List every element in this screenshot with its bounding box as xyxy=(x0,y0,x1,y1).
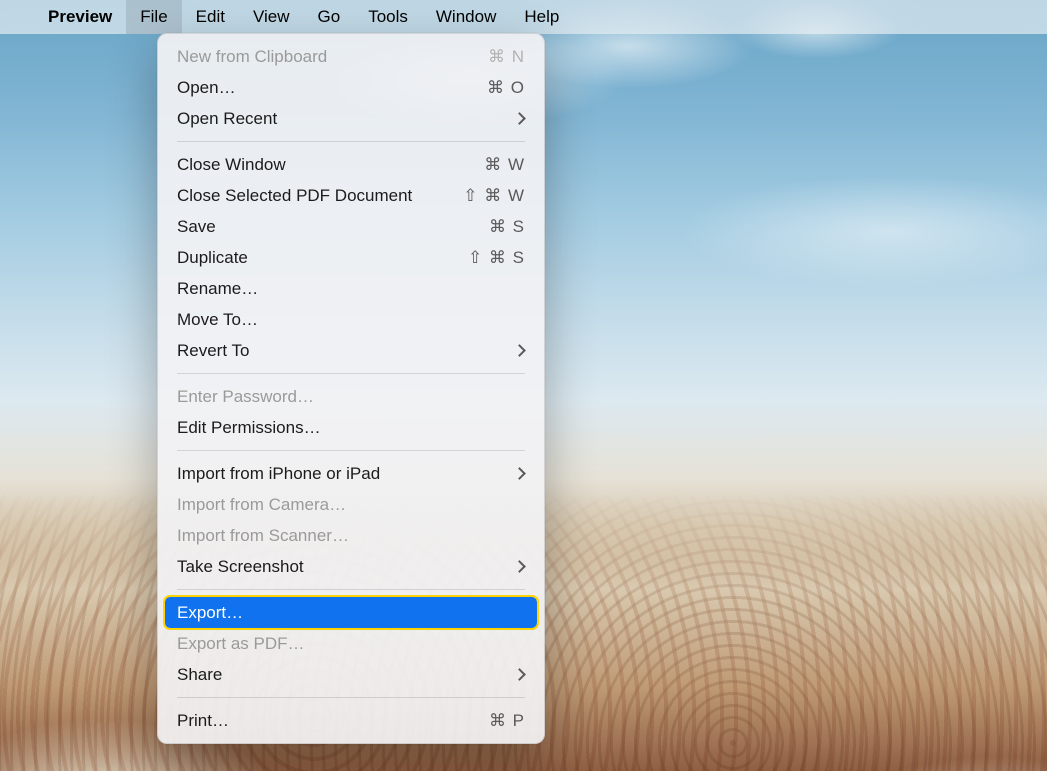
menu-item-open[interactable]: Open… ⌘ O xyxy=(165,72,537,103)
menubar-item-go[interactable]: Go xyxy=(304,0,355,34)
menu-item-label: Share xyxy=(177,665,222,685)
menu-separator xyxy=(177,697,525,698)
menu-item-label: Rename… xyxy=(177,279,258,299)
chevron-right-icon xyxy=(515,562,525,572)
menu-item-share[interactable]: Share xyxy=(165,659,537,690)
menu-item-label: Duplicate xyxy=(177,248,248,268)
menu-item-label: New from Clipboard xyxy=(177,47,327,67)
menubar: Preview FileEditViewGoToolsWindowHelp xyxy=(0,0,1047,34)
menu-item-label: Take Screenshot xyxy=(177,557,304,577)
menu-item-rename[interactable]: Rename… xyxy=(165,273,537,304)
menu-item-close-selected-pdf[interactable]: Close Selected PDF Document ⇧ ⌘ W xyxy=(165,180,537,211)
chevron-right-icon xyxy=(515,114,525,124)
menu-item-label: Import from Camera… xyxy=(177,495,346,515)
menu-item-revert-to[interactable]: Revert To xyxy=(165,335,537,366)
menu-item-shortcut: ⇧ ⌘ S xyxy=(468,248,525,268)
menu-separator xyxy=(177,373,525,374)
menu-item-label: Save xyxy=(177,217,216,237)
menu-item-label: Import from Scanner… xyxy=(177,526,349,546)
menu-item-take-screenshot[interactable]: Take Screenshot xyxy=(165,551,537,582)
chevron-right-icon xyxy=(515,346,525,356)
menu-item-label: Enter Password… xyxy=(177,387,314,407)
menubar-item-help[interactable]: Help xyxy=(510,0,573,34)
menu-item-label: Move To… xyxy=(177,310,258,330)
menu-item-duplicate[interactable]: Duplicate ⇧ ⌘ S xyxy=(165,242,537,273)
menu-item-save[interactable]: Save ⌘ S xyxy=(165,211,537,242)
menu-item-edit-permissions[interactable]: Edit Permissions… xyxy=(165,412,537,443)
menu-item-import-camera: Import from Camera… xyxy=(165,489,537,520)
menu-item-export-as-pdf: Export as PDF… xyxy=(165,628,537,659)
menu-item-close-window[interactable]: Close Window ⌘ W xyxy=(165,149,537,180)
menubar-item-view[interactable]: View xyxy=(239,0,304,34)
menu-item-shortcut: ⌘ N xyxy=(488,47,525,67)
menu-item-label: Close Window xyxy=(177,155,286,175)
menubar-app-name[interactable]: Preview xyxy=(34,0,126,34)
menu-item-label: Open… xyxy=(177,78,236,98)
menu-item-shortcut: ⌘ S xyxy=(489,217,525,237)
menu-item-import-iphone[interactable]: Import from iPhone or iPad xyxy=(165,458,537,489)
menu-item-move-to[interactable]: Move To… xyxy=(165,304,537,335)
chevron-right-icon xyxy=(515,469,525,479)
menu-item-shortcut: ⌘ O xyxy=(487,78,525,98)
menu-item-enter-password: Enter Password… xyxy=(165,381,537,412)
menu-item-shortcut: ⌘ P xyxy=(489,711,525,731)
menu-item-label: Print… xyxy=(177,711,229,731)
menubar-item-tools[interactable]: Tools xyxy=(354,0,422,34)
menu-item-new-from-clipboard: New from Clipboard ⌘ N xyxy=(165,41,537,72)
menu-separator xyxy=(177,141,525,142)
menu-item-print[interactable]: Print… ⌘ P xyxy=(165,705,537,736)
menubar-item-edit[interactable]: Edit xyxy=(182,0,239,34)
menu-item-label: Import from iPhone or iPad xyxy=(177,464,380,484)
file-menu-dropdown: New from Clipboard ⌘ N Open… ⌘ O Open Recent… xyxy=(157,33,545,744)
menubar-item-file[interactable]: File xyxy=(126,0,181,34)
menu-item-label: Close Selected PDF Document xyxy=(177,186,412,206)
menu-item-label: Open Recent xyxy=(177,109,277,129)
chevron-right-icon xyxy=(515,670,525,680)
menu-item-label: Revert To xyxy=(177,341,249,361)
menu-separator xyxy=(177,589,525,590)
menu-item-label: Export… xyxy=(177,603,243,623)
menu-item-open-recent[interactable]: Open Recent xyxy=(165,103,537,134)
menu-item-export[interactable]: Export… xyxy=(165,597,537,628)
menu-item-label: Export as PDF… xyxy=(177,634,305,654)
menu-item-import-scanner: Import from Scanner… xyxy=(165,520,537,551)
menu-item-shortcut: ⇧ ⌘ W xyxy=(463,186,525,206)
menubar-item-window[interactable]: Window xyxy=(422,0,510,34)
menu-separator xyxy=(177,450,525,451)
menu-item-label: Edit Permissions… xyxy=(177,418,321,438)
menu-item-shortcut: ⌘ W xyxy=(484,155,525,175)
